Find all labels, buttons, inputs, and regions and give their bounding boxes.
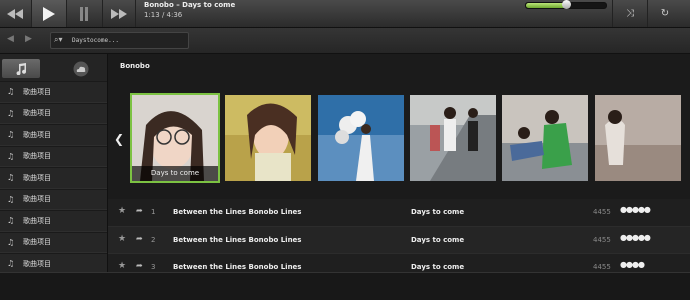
tab-music[interactable] bbox=[2, 59, 40, 78]
sidebar-item-label: 歌曲项目 bbox=[23, 152, 51, 161]
sidebar-item[interactable]: ♫ 歌曲项目 bbox=[0, 102, 107, 124]
sidebar-list: ♫ 歌曲项目 ♫ 歌曲项目 ♫ 歌曲项目 ♫ 歌曲项目 ♫ 歌曲项目 ♫ 歌曲项目 ♫ 歌曲项目 ♫ 歌曲项目… bbox=[0, 81, 107, 296]
track-number: 2 bbox=[151, 235, 156, 244]
album-thumbnail[interactable]: Days to come bbox=[130, 93, 220, 183]
volume-knob[interactable] bbox=[562, 0, 571, 9]
track-number: 1 bbox=[151, 208, 156, 216]
album-cover-image bbox=[225, 95, 311, 181]
play-count: 4455 bbox=[593, 208, 611, 216]
sidebar-item[interactable]: ♫ 歌曲项目 bbox=[0, 231, 107, 253]
album-cover-image bbox=[595, 95, 681, 181]
sidebar-item-label: 歌曲项目 bbox=[23, 130, 51, 139]
track-name: Between the Lines Bonobo Lines bbox=[173, 235, 302, 244]
sidebar-item-label: 歌曲项目 bbox=[23, 195, 51, 204]
sidebar-item[interactable]: ♫ 歌曲项目 bbox=[0, 188, 107, 210]
volume-slider[interactable] bbox=[525, 0, 607, 9]
music-note-icon bbox=[16, 62, 27, 75]
sidebar-tabs bbox=[0, 54, 107, 82]
music-note-icon: ♫ bbox=[7, 108, 15, 118]
fast-forward-icon bbox=[111, 8, 127, 19]
sidebar-item[interactable]: ♫ 歌曲项目 bbox=[0, 210, 107, 232]
star-icon[interactable]: ★ bbox=[118, 234, 126, 244]
playback-bar: Bonobo – Days to come 1:13 / 4:36 ⤨ ↻ bbox=[0, 0, 690, 28]
search-input[interactable] bbox=[72, 33, 184, 48]
album-thumbnail[interactable] bbox=[410, 95, 496, 181]
play-button[interactable] bbox=[31, 0, 67, 27]
volume-fill bbox=[526, 3, 566, 8]
music-note-icon: ♫ bbox=[7, 173, 15, 183]
now-playing-title: Bonobo – Days to come bbox=[144, 1, 236, 9]
track-album: Days to come bbox=[411, 235, 465, 244]
main-content: Bonobo ❮ Days to come ★ ➦ 1 Between the Lin… bbox=[108, 54, 690, 299]
sidebar-item-label: 歌曲项目 bbox=[23, 259, 51, 268]
track-album: Days to come bbox=[411, 263, 465, 271]
album-cover-image bbox=[502, 95, 588, 181]
pause-button[interactable] bbox=[66, 0, 103, 27]
previous-button[interactable] bbox=[0, 0, 30, 27]
sidebar-item-label: 歌曲项目 bbox=[23, 87, 51, 96]
sidebar-item-label: 歌曲项目 bbox=[23, 238, 51, 247]
album-caption: Days to come bbox=[132, 166, 218, 181]
music-note-icon: ♫ bbox=[7, 87, 15, 97]
cloud-icon bbox=[73, 61, 89, 76]
play-icon bbox=[43, 6, 55, 21]
music-note-icon: ♫ bbox=[7, 130, 15, 140]
star-icon[interactable]: ★ bbox=[118, 206, 126, 216]
sidebar-item-label: 歌曲项目 bbox=[23, 173, 51, 182]
music-note-icon: ♫ bbox=[7, 194, 15, 204]
artist-name: Bonobo bbox=[120, 62, 150, 70]
sidebar-item[interactable]: ♫ 歌曲项目 bbox=[0, 145, 107, 167]
playback-time: 1:13 / 4:36 bbox=[144, 11, 183, 19]
rating-dots[interactable]: ●●●●● bbox=[620, 205, 651, 214]
track-row[interactable]: ★ ➦ 1 Between the Lines Bonobo Lines Days to… bbox=[108, 199, 690, 227]
rating-dots[interactable]: ●●●●● bbox=[620, 233, 651, 242]
music-note-icon: ♫ bbox=[7, 259, 15, 269]
repeat-icon: ↻ bbox=[660, 8, 670, 19]
rating-dots[interactable]: ●●●● bbox=[620, 260, 645, 269]
album-thumbnail[interactable] bbox=[502, 95, 588, 181]
play-count: 4455 bbox=[593, 263, 611, 271]
forward-arrow-icon[interactable]: ▶ bbox=[25, 34, 32, 44]
music-note-icon: ♫ bbox=[7, 216, 15, 226]
star-icon[interactable]: ★ bbox=[118, 261, 126, 271]
track-album: Days to come bbox=[411, 208, 465, 216]
music-note-icon: ♫ bbox=[7, 151, 15, 161]
search-icon: ⌕▾ bbox=[54, 35, 63, 44]
shuffle-button[interactable]: ⤨ bbox=[612, 0, 647, 27]
back-arrow-icon[interactable]: ◀ bbox=[7, 34, 14, 44]
navigation-bar: ◀ ▶ ⌕▾ bbox=[0, 28, 690, 54]
track-name: Between the Lines Bonobo Lines bbox=[173, 208, 302, 216]
share-icon[interactable]: ➦ bbox=[136, 206, 143, 215]
tab-cloud[interactable] bbox=[62, 59, 100, 78]
share-icon[interactable]: ➦ bbox=[136, 234, 143, 243]
rewind-icon bbox=[7, 8, 23, 19]
next-button[interactable] bbox=[103, 0, 136, 27]
sidebar-item-label: 歌曲项目 bbox=[23, 216, 51, 225]
sidebar: ♫ 歌曲项目 ♫ 歌曲项目 ♫ 歌曲项目 ♫ 歌曲项目 ♫ 歌曲项目 ♫ 歌曲项目 ♫ 歌曲项目 ♫ 歌曲项目… bbox=[0, 54, 108, 299]
album-thumbnail[interactable] bbox=[595, 95, 681, 181]
search-box[interactable]: ⌕▾ bbox=[50, 32, 189, 49]
music-note-icon: ♫ bbox=[7, 237, 15, 247]
share-icon[interactable]: ➦ bbox=[136, 261, 143, 270]
pause-icon bbox=[80, 6, 88, 21]
album-cover-image bbox=[318, 95, 404, 181]
track-list: ★ ➦ 1 Between the Lines Bonobo Lines Days to… bbox=[108, 199, 690, 282]
repeat-button[interactable]: ↻ bbox=[647, 0, 682, 27]
carousel-left-arrow-icon[interactable]: ❮ bbox=[114, 132, 124, 146]
album-cover-image bbox=[410, 95, 496, 181]
sidebar-item-label: 歌曲项目 bbox=[23, 109, 51, 118]
shuffle-icon: ⤨ bbox=[626, 8, 634, 19]
play-count: 4455 bbox=[593, 235, 611, 244]
track-number: 3 bbox=[151, 263, 156, 271]
album-thumbnail[interactable] bbox=[318, 95, 404, 181]
track-name: Between the Lines Bonobo Lines bbox=[173, 263, 302, 271]
sidebar-item[interactable]: ♫ 歌曲项目 bbox=[0, 124, 107, 146]
sidebar-item[interactable]: ♫ 歌曲项目 bbox=[0, 167, 107, 189]
sidebar-item[interactable]: ♫ 歌曲项目 bbox=[0, 81, 107, 103]
track-row[interactable]: ★ ➦ 2 Between the Lines Bonobo Lines Days to… bbox=[108, 226, 690, 254]
status-bar bbox=[0, 272, 690, 300]
album-thumbnail[interactable] bbox=[225, 95, 311, 181]
